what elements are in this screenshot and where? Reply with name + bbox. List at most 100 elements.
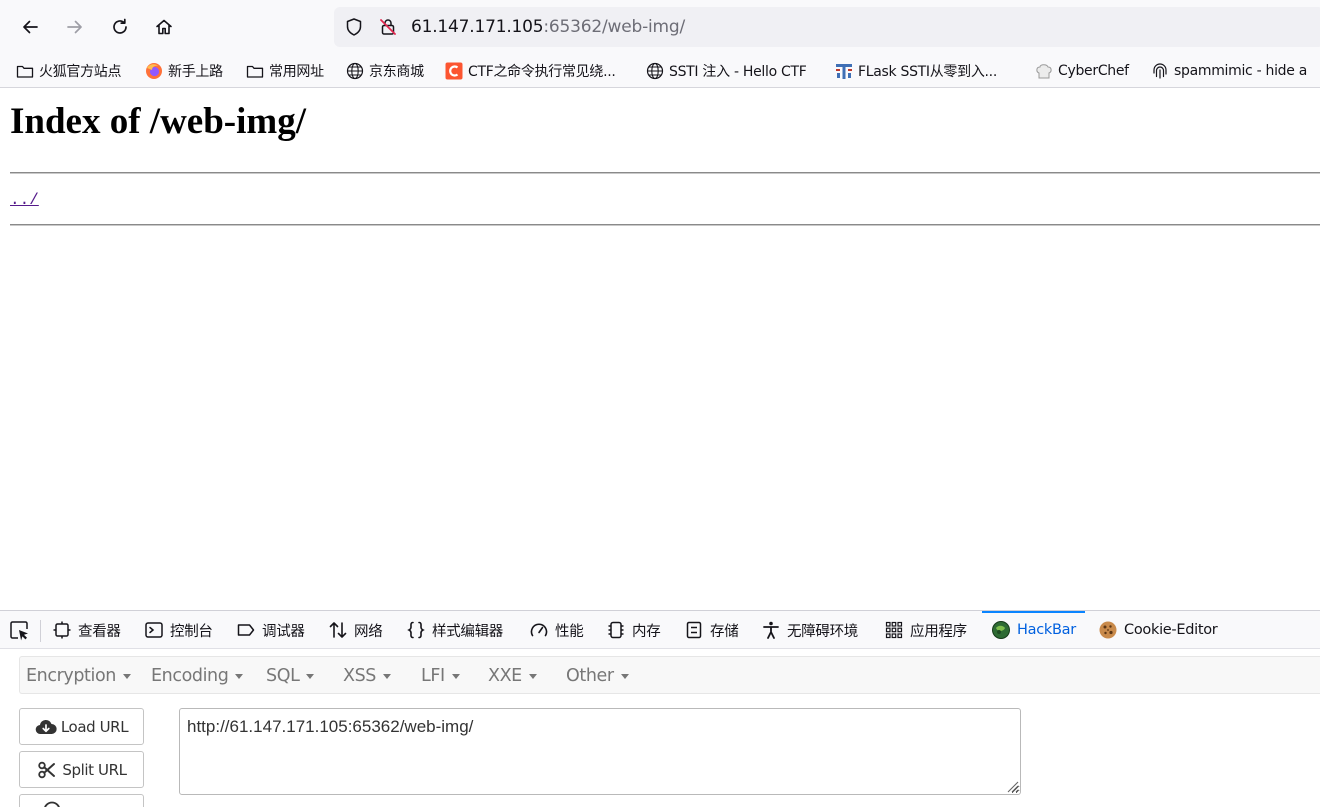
style-editor-icon (406, 620, 426, 640)
performance-icon (529, 620, 549, 640)
tab-label: 应用程序 (910, 623, 967, 640)
globe-icon (346, 62, 364, 80)
tab-label: 查看器 (78, 623, 121, 640)
bookmark-item[interactable]: CTF之命令执行常见绕... (445, 59, 616, 83)
bookmark-item[interactable]: 新手上路 (145, 59, 223, 83)
menu-xss[interactable]: XSS (343, 657, 392, 695)
tab-label: 内存 (632, 623, 661, 640)
insecure-lock-icon[interactable] (378, 17, 398, 37)
tab-label: 样式编辑器 (432, 623, 503, 640)
tab-style-editor[interactable]: 样式编辑器 (406, 611, 503, 649)
tab-debugger[interactable]: 调试器 (236, 611, 305, 649)
tab-application[interactable]: 应用程序 (884, 611, 967, 649)
site-icon (835, 62, 853, 80)
bookmark-label: 火狐官方站点 (39, 64, 122, 80)
home-button[interactable] (147, 10, 181, 44)
caret-down-icon (451, 673, 460, 679)
tab-inspector[interactable]: 查看器 (52, 611, 121, 649)
split-url-button[interactable]: Split URL (19, 751, 144, 788)
chef-hat-icon (1035, 62, 1053, 80)
page-content: Index of /web-img/ ../ (0, 88, 1320, 610)
menu-encoding[interactable]: Encoding (151, 657, 244, 695)
toolbar-separator (40, 620, 41, 642)
tab-cookie-editor[interactable]: Cookie-Editor (1098, 611, 1218, 649)
caret-down-icon (620, 673, 629, 679)
devtools-panel: 查看器 控制台 调试器 网络 样式编辑器 性能 内存 存储 无障碍环境 应用程序… (0, 610, 1320, 807)
button-label: Split URL (62, 760, 127, 779)
bookmark-item[interactable]: CyberChef (1035, 59, 1129, 83)
load-url-button[interactable]: Load URL (19, 708, 144, 745)
menu-sql[interactable]: SQL (266, 657, 315, 695)
bookmark-label: spammimic - hide a (1174, 63, 1307, 79)
application-icon (884, 620, 904, 640)
bookmark-item[interactable]: FLask SSTI从零到入... (835, 59, 997, 83)
tab-storage[interactable]: 存储 (684, 611, 739, 649)
tab-label: 性能 (555, 623, 584, 640)
url-text[interactable]: 61.147.171.105:65362/web-img/ (411, 17, 685, 37)
tab-label: Cookie-Editor (1124, 622, 1218, 638)
tab-network[interactable]: 网络 (328, 611, 383, 649)
menu-label: Other (566, 666, 614, 686)
url-host: 61.147.171.105 (411, 17, 544, 37)
accessibility-icon (761, 620, 781, 640)
menu-label: Encoding (151, 666, 229, 686)
bookmark-item[interactable]: 常用网址 (246, 59, 324, 83)
bookmark-item[interactable]: 京东商城 (346, 59, 424, 83)
caret-down-icon (528, 673, 537, 679)
parent-directory-link[interactable]: ../ (10, 190, 39, 210)
tab-label: 网络 (354, 623, 383, 640)
tab-label: 控制台 (170, 623, 213, 640)
memory-icon (606, 620, 626, 640)
tab-label: HackBar (1017, 622, 1076, 638)
tab-performance[interactable]: 性能 (529, 611, 584, 649)
menu-other[interactable]: Other (566, 657, 629, 695)
caret-down-icon (383, 673, 392, 679)
address-bar[interactable]: 61.147.171.105:65362/web-img/ (334, 7, 1320, 47)
tab-memory[interactable]: 内存 (606, 611, 661, 649)
back-arrow-icon (23, 20, 38, 34)
url-value: http://61.147.171.105:65362/web-img/ (187, 717, 474, 736)
debugger-icon (236, 620, 256, 640)
tab-label: 无障碍环境 (787, 623, 858, 640)
csdn-icon (445, 62, 463, 80)
cloud-download-icon (35, 719, 57, 734)
divider (10, 172, 1320, 174)
bookmark-label: 常用网址 (269, 64, 324, 80)
caret-down-icon (235, 673, 244, 679)
menu-encryption[interactable]: Encryption (26, 657, 131, 695)
reload-icon (113, 18, 127, 34)
browser-toolbar: 61.147.171.105:65362/web-img/ (0, 0, 1320, 54)
bookmark-item[interactable]: 火狐官方站点 (16, 59, 122, 83)
forward-button[interactable] (58, 10, 92, 44)
tab-label: 存储 (710, 623, 739, 640)
console-icon (144, 620, 164, 640)
bookmark-label: CTF之命令执行常见绕... (468, 64, 616, 80)
bookmark-label: 新手上路 (168, 64, 223, 80)
button-label: Load URL (60, 717, 129, 736)
shield-icon[interactable] (344, 17, 364, 37)
folder-icon (16, 62, 34, 80)
bookmark-item[interactable]: SSTI 注入 - Hello CTF (646, 59, 807, 83)
menu-label: Encryption (26, 666, 116, 686)
back-button[interactable] (13, 10, 47, 44)
tab-console[interactable]: 控制台 (144, 611, 213, 649)
tab-accessibility[interactable]: 无障碍环境 (761, 611, 858, 649)
bookmark-label: FLask SSTI从零到入... (858, 64, 997, 80)
bookmark-item[interactable]: spammimic - hide a (1151, 59, 1307, 83)
execute-button[interactable] (19, 794, 144, 807)
resize-grip-icon[interactable] (1005, 779, 1019, 793)
url-textarea[interactable]: http://61.147.171.105:65362/web-img/ (179, 708, 1021, 795)
page-title: Index of /web-img/ (10, 101, 306, 142)
menu-lfi[interactable]: LFI (421, 657, 460, 695)
storage-icon (684, 620, 704, 640)
menu-xxe[interactable]: XXE (488, 657, 537, 695)
inspector-icon (52, 620, 72, 640)
home-icon (156, 19, 172, 35)
play-circle-icon (43, 801, 60, 807)
bookmark-label: CyberChef (1058, 63, 1129, 79)
element-picker-icon[interactable] (9, 620, 31, 642)
hackbar-menu: Encryption Encoding SQL XSS LFI XXE Othe… (19, 656, 1320, 694)
reload-button[interactable] (103, 10, 137, 44)
tab-hackbar[interactable]: HackBar (982, 611, 1085, 649)
network-icon (328, 620, 348, 640)
